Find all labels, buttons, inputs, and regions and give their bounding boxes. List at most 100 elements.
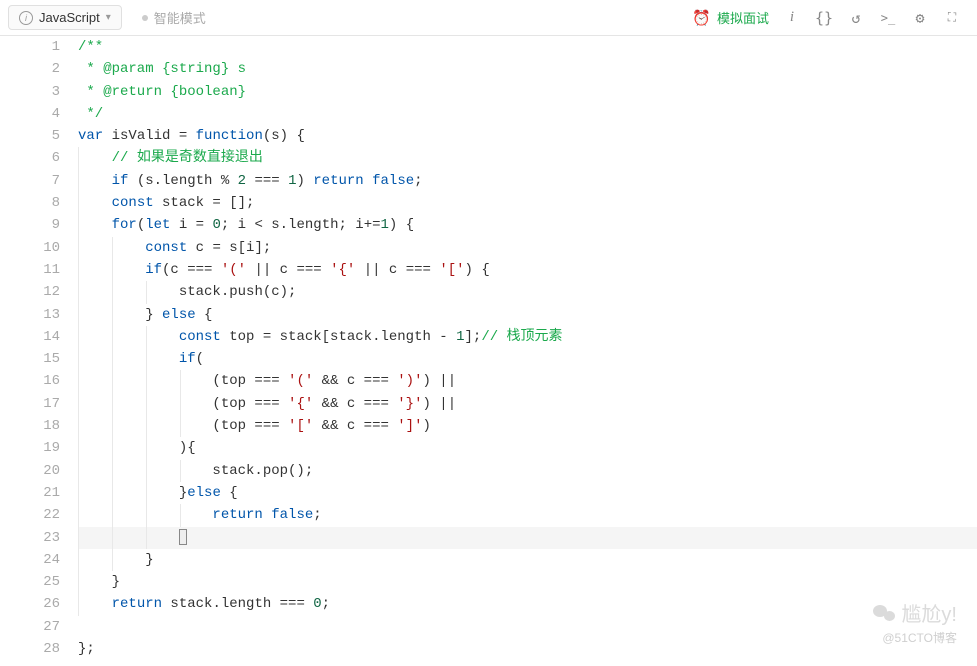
language-selector[interactable]: i JavaScript ▾ bbox=[8, 5, 122, 30]
code-line[interactable]: return false; bbox=[78, 504, 977, 526]
indent-guide bbox=[78, 281, 79, 303]
indent-guide bbox=[112, 281, 113, 303]
line-number: 9 bbox=[0, 214, 60, 236]
line-number: 21 bbox=[0, 482, 60, 504]
terminal-icon[interactable]: >_ bbox=[879, 11, 897, 25]
mock-interview-button[interactable]: ⏰ 模拟面试 bbox=[692, 8, 769, 27]
line-number: 14 bbox=[0, 326, 60, 348]
code-line[interactable]: if (s.length % 2 === 1) return false; bbox=[78, 170, 977, 192]
code-area[interactable]: /** * @param {string} s * @return {boole… bbox=[78, 36, 977, 660]
code-line[interactable]: var isValid = function(s) { bbox=[78, 125, 977, 147]
indent-guide bbox=[146, 348, 147, 370]
line-number: 25 bbox=[0, 571, 60, 593]
line-number: 18 bbox=[0, 415, 60, 437]
code-editor[interactable]: 1234567891011121314151617181920212223242… bbox=[0, 36, 977, 660]
line-number: 4 bbox=[0, 103, 60, 125]
indent-guide bbox=[112, 437, 113, 459]
line-number: 19 bbox=[0, 437, 60, 459]
line-number: 26 bbox=[0, 593, 60, 615]
indent-guide bbox=[146, 370, 147, 392]
code-line[interactable]: if( bbox=[78, 348, 977, 370]
line-number: 23 bbox=[0, 527, 60, 549]
info-icon-button[interactable]: i bbox=[783, 9, 801, 26]
language-label: JavaScript bbox=[39, 10, 100, 25]
code-line[interactable]: stack.push(c); bbox=[78, 281, 977, 303]
editor-toolbar: i JavaScript ▾ 智能模式 ⏰ 模拟面试 i {} ↺ >_ ⚙ ⛶ bbox=[0, 0, 977, 36]
fullscreen-icon[interactable]: ⛶ bbox=[943, 10, 961, 25]
line-number: 3 bbox=[0, 81, 60, 103]
indent-guide bbox=[146, 460, 147, 482]
indent-guide bbox=[78, 504, 79, 526]
indent-guide bbox=[146, 326, 147, 348]
indent-guide bbox=[112, 482, 113, 504]
line-number: 7 bbox=[0, 170, 60, 192]
line-number: 10 bbox=[0, 237, 60, 259]
code-line[interactable]: if(c === '(' || c === '{' || c === '[') … bbox=[78, 259, 977, 281]
code-line[interactable]: }else { bbox=[78, 482, 977, 504]
code-line[interactable]: (top === '{' && c === '}') || bbox=[78, 393, 977, 415]
indent-guide bbox=[78, 192, 79, 214]
code-line[interactable]: (top === '(' && c === ')') || bbox=[78, 370, 977, 392]
code-line[interactable]: return stack.length === 0; bbox=[78, 593, 977, 615]
indent-guide bbox=[112, 348, 113, 370]
code-line[interactable]: stack.pop(); bbox=[78, 460, 977, 482]
code-line[interactable]: */ bbox=[78, 103, 977, 125]
code-line[interactable]: // 如果是奇数直接退出 bbox=[78, 147, 977, 169]
indent-guide bbox=[112, 393, 113, 415]
watermark: 尴尬y! @51CTO博客 bbox=[873, 598, 957, 646]
line-number: 12 bbox=[0, 281, 60, 303]
line-number: 13 bbox=[0, 304, 60, 326]
indent-guide bbox=[78, 437, 79, 459]
code-line[interactable]: const stack = []; bbox=[78, 192, 977, 214]
settings-icon[interactable]: ⚙ bbox=[911, 9, 929, 27]
braces-icon[interactable]: {} bbox=[815, 9, 833, 27]
indent-guide bbox=[78, 259, 79, 281]
code-line[interactable]: * @return {boolean} bbox=[78, 81, 977, 103]
indent-guide bbox=[78, 527, 79, 549]
indent-guide bbox=[78, 549, 79, 571]
indent-guide bbox=[78, 170, 79, 192]
code-line[interactable] bbox=[78, 527, 977, 549]
smart-mode-toggle[interactable]: 智能模式 bbox=[142, 8, 206, 27]
line-number: 6 bbox=[0, 147, 60, 169]
indent-guide bbox=[112, 527, 113, 549]
indent-guide bbox=[78, 214, 79, 236]
watermark-name: 尴尬y! bbox=[901, 598, 957, 627]
code-line[interactable]: for(let i = 0; i < s.length; i+=1) { bbox=[78, 214, 977, 236]
indent-guide bbox=[112, 370, 113, 392]
indent-guide bbox=[78, 237, 79, 259]
line-number: 24 bbox=[0, 549, 60, 571]
indent-guide bbox=[112, 326, 113, 348]
code-line[interactable] bbox=[78, 616, 977, 638]
watermark-sub: @51CTO博客 bbox=[882, 629, 957, 646]
code-line[interactable]: ){ bbox=[78, 437, 977, 459]
code-line[interactable]: } else { bbox=[78, 304, 977, 326]
indent-guide bbox=[78, 571, 79, 593]
code-line[interactable]: /** bbox=[78, 36, 977, 58]
indent-guide bbox=[78, 482, 79, 504]
code-line[interactable]: * @param {string} s bbox=[78, 58, 977, 80]
line-number: 1 bbox=[0, 36, 60, 58]
indent-guide bbox=[78, 348, 79, 370]
indent-guide bbox=[180, 370, 181, 392]
line-number: 22 bbox=[0, 504, 60, 526]
code-line[interactable]: const c = s[i]; bbox=[78, 237, 977, 259]
alarm-clock-icon: ⏰ bbox=[692, 9, 711, 27]
code-line[interactable]: const top = stack[stack.length - 1];// 栈… bbox=[78, 326, 977, 348]
code-line[interactable]: }; bbox=[78, 638, 977, 660]
indent-guide bbox=[78, 415, 79, 437]
indent-guide bbox=[78, 370, 79, 392]
indent-guide bbox=[112, 415, 113, 437]
code-line[interactable]: } bbox=[78, 549, 977, 571]
wechat-icon bbox=[873, 603, 895, 623]
undo-icon[interactable]: ↺ bbox=[847, 9, 865, 27]
indent-guide bbox=[78, 460, 79, 482]
code-line[interactable]: } bbox=[78, 571, 977, 593]
line-number: 17 bbox=[0, 393, 60, 415]
indent-guide bbox=[112, 304, 113, 326]
indent-guide bbox=[112, 504, 113, 526]
code-line[interactable]: (top === '[' && c === ']') bbox=[78, 415, 977, 437]
line-number: 28 bbox=[0, 638, 60, 660]
line-number: 27 bbox=[0, 616, 60, 638]
indent-guide bbox=[146, 437, 147, 459]
